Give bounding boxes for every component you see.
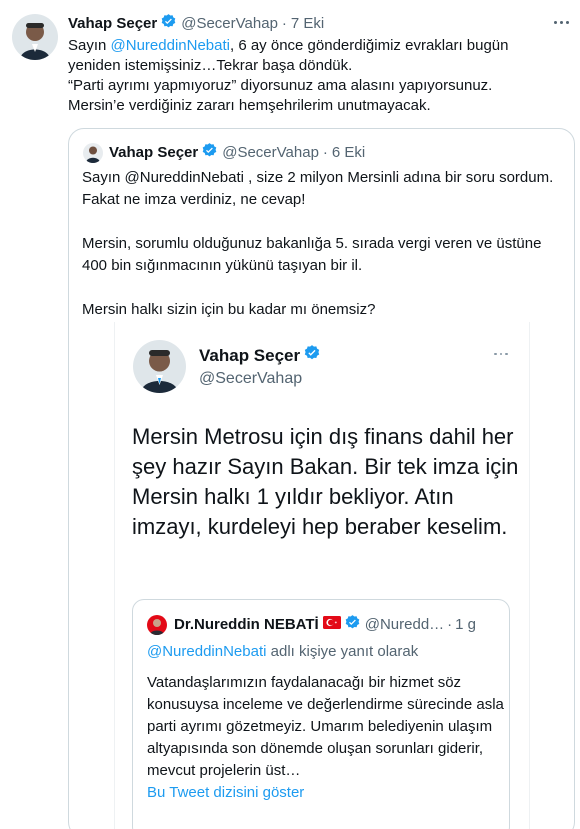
timestamp: 6 Eki <box>331 144 366 161</box>
avatar[interactable] <box>12 14 58 60</box>
tweet-text: Sayın @NureddinNebati, 6 ay önce gönderd… <box>68 36 563 116</box>
author-name[interactable]: Vahap Seçer <box>68 15 157 32</box>
avatar <box>133 340 186 393</box>
timestamp: 1 g <box>455 616 477 633</box>
quoted-tweet-text: Sayın @NureddinNebati , size 2 milyon Me… <box>82 169 554 318</box>
mention-link: @NureddinNebati <box>147 643 267 660</box>
reply-context: @NureddinNebati adlı kişiye yanıt olarak <box>147 643 418 660</box>
quoted-tweet-card[interactable]: Vahap Seçer @SecerVahap · 6 Eki Sayın @N… <box>68 128 575 829</box>
screenshot-header: Vahap Seçer <box>199 344 325 367</box>
inner-tweet-header: Dr.Nureddin NEBATİ @Nuredd… · 1 g <box>174 614 476 635</box>
author-handle: @SecerVahap <box>199 370 303 387</box>
verified-badge-icon <box>160 13 177 34</box>
author-name: Vahap Seçer <box>199 345 301 365</box>
separator: · <box>281 15 287 32</box>
reply-suffix: adlı kişiye yanıt olarak <box>266 643 419 660</box>
verified-badge-icon <box>303 344 321 367</box>
separator: · <box>447 616 453 633</box>
author-handle[interactable]: @SecerVahap <box>181 15 278 32</box>
inner-quoted-tweet-card: Dr.Nureddin NEBATİ @Nuredd… · 1 g @Nured… <box>132 599 510 829</box>
mention-link[interactable]: @NureddinNebati <box>111 37 230 54</box>
quoted-tweet-header: Vahap Seçer @SecerVahap · 6 Eki <box>109 142 365 163</box>
tweet-header: Vahap Seçer @SecerVahap · 7 Eki <box>68 13 324 34</box>
author-handle: @SecerVahap <box>222 144 319 161</box>
turkey-flag-icon <box>322 616 341 633</box>
more-horizontal-icon[interactable] <box>549 12 573 32</box>
verified-badge-icon <box>201 142 218 163</box>
author-name: Vahap Seçer <box>109 144 199 161</box>
tweet-screenshot-image[interactable]: Vahap Seçer @SecerVahap Mersin Metrosu i… <box>114 322 530 829</box>
inner-tweet-text: Vatandaşlarımızın faydalanacağı bir hizm… <box>147 674 509 779</box>
timestamp[interactable]: 7 Eki <box>291 15 324 32</box>
tweet-text-prefix: Sayın <box>68 37 111 54</box>
author-handle: @Nuredd… <box>364 616 445 633</box>
separator: · <box>322 144 328 161</box>
verified-badge-icon <box>344 614 361 635</box>
show-thread-link: Bu Tweet dizisini göster <box>147 784 305 801</box>
more-horizontal-icon <box>490 347 512 361</box>
avatar <box>147 615 167 635</box>
author-name: Dr.Nureddin NEBATİ <box>174 616 319 633</box>
screenshot-tweet-text: Mersin Metrosu için dış finans dahil her… <box>132 424 519 539</box>
avatar <box>83 143 103 163</box>
